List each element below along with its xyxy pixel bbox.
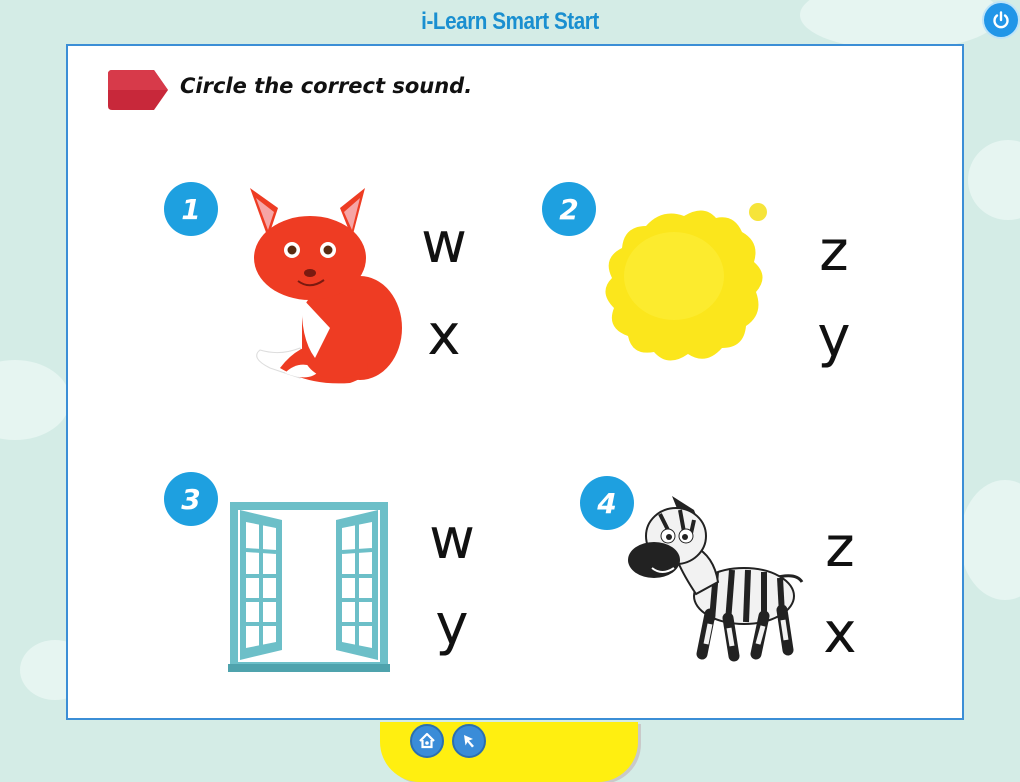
activity-panel: Circle the correct sound. 1 w x 2 z y 3	[66, 44, 964, 720]
instruction-tag-icon	[108, 70, 168, 110]
item-number-1: 1	[164, 182, 218, 236]
option-1-first[interactable]: w	[414, 216, 474, 272]
zebra-picture	[628, 496, 804, 662]
item-number-2: 2	[542, 182, 596, 236]
power-button[interactable]	[984, 3, 1018, 37]
background-cloud	[968, 140, 1020, 220]
bottom-toolbar	[380, 722, 638, 782]
item-number-3: 3	[164, 472, 218, 526]
fox-picture	[250, 188, 402, 384]
back-button[interactable]	[452, 724, 486, 758]
option-4-second[interactable]: x	[810, 606, 870, 662]
option-3-second[interactable]: y	[422, 598, 482, 654]
cursor-arrow-icon	[464, 735, 474, 748]
power-icon	[993, 11, 1009, 29]
background-cloud	[0, 360, 70, 440]
window-picture	[228, 502, 390, 672]
option-2-second[interactable]: y	[804, 310, 864, 366]
app-title: i-Learn Smart Start	[421, 8, 599, 35]
option-3-first[interactable]: w	[422, 512, 482, 568]
option-2-first[interactable]: z	[804, 224, 864, 280]
option-4-first[interactable]: z	[810, 520, 870, 576]
home-button[interactable]	[410, 724, 444, 758]
background-cloud	[960, 480, 1020, 600]
option-1-second[interactable]: x	[414, 308, 474, 364]
sun-splash-picture	[605, 203, 767, 361]
instruction-text: Circle the correct sound.	[180, 74, 473, 98]
home-icon	[419, 732, 435, 749]
